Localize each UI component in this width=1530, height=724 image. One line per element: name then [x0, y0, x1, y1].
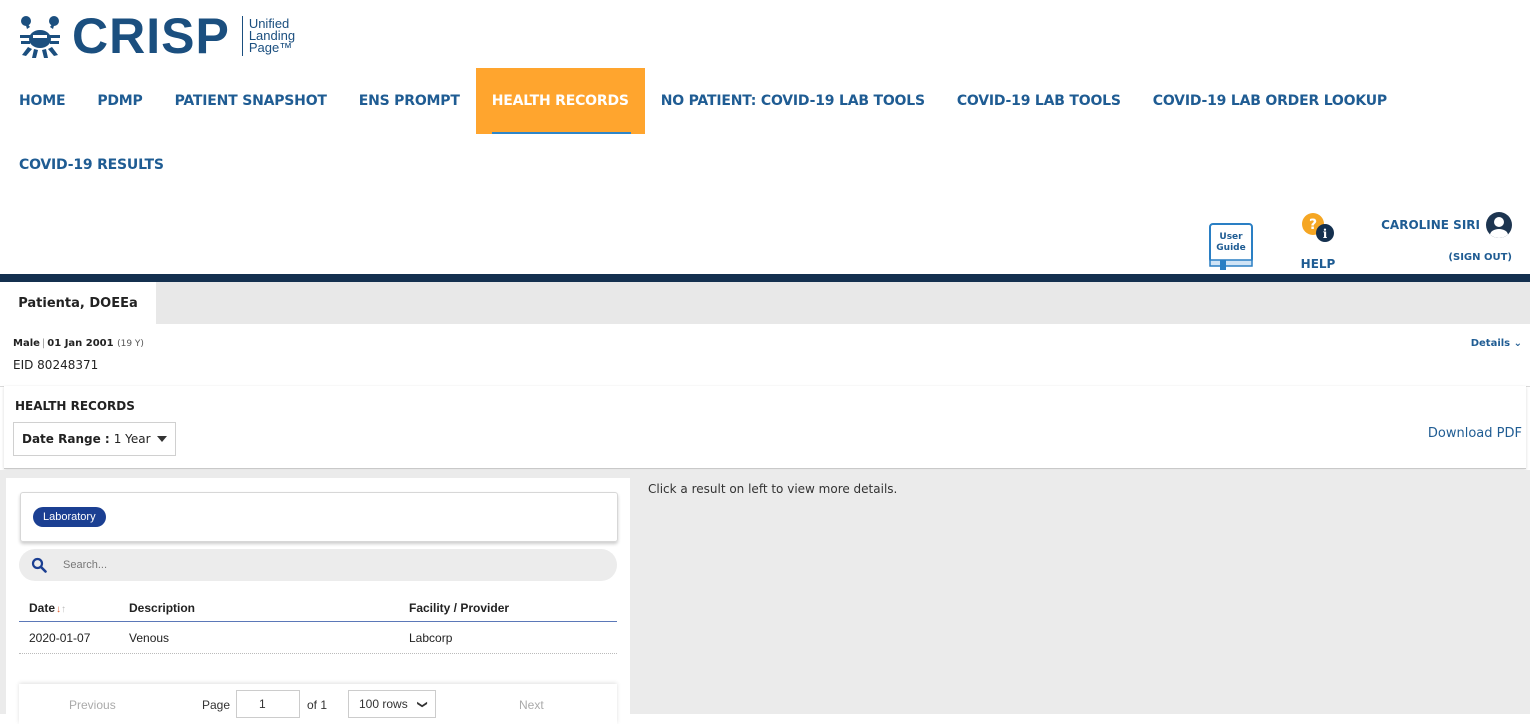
user-name-row: CAROLINE SIRI	[1381, 212, 1512, 238]
chevron-down-icon: ⌄	[1513, 338, 1522, 349]
nav-row-2: COVID-19 RESULTS	[0, 134, 1530, 196]
previous-button[interactable]: Previous	[69, 698, 116, 712]
health-records-header: HEALTH RECORDS Date Range : 1 Year Downl…	[4, 386, 1526, 469]
nav-row-1: HOME PDMP PATIENT SNAPSHOT ENS PROMPT HE…	[0, 68, 1530, 134]
page-count: of 1	[307, 698, 328, 712]
nav-covid-lab-tools[interactable]: COVID-19 LAB TOOLS	[941, 68, 1137, 134]
main-nav: HOME PDMP PATIENT SNAPSHOT ENS PROMPT HE…	[0, 68, 1530, 196]
cell-facility: Labcorp	[409, 630, 453, 645]
filter-box: Laboratory	[20, 492, 618, 542]
patient-demographics: Male | 01 Jan 2001 (19 Y)	[13, 338, 144, 349]
rows-value: 100 rows	[359, 697, 408, 711]
sign-out-link[interactable]: (SIGN OUT)	[1381, 252, 1512, 263]
chevron-down-icon: ❯	[416, 699, 428, 709]
patient-sex: Male	[13, 338, 40, 349]
app-header: CRISP Unified Landing Page™ HOME PDMP PA…	[0, 0, 1530, 274]
table-row[interactable]: 2020-01-07 Venous Labcorp	[19, 622, 617, 654]
cell-description: Venous	[129, 630, 170, 645]
details-toggle[interactable]: Details ⌄	[1471, 338, 1522, 349]
header-tools: User Guide ? i HELP CAROLINE SIRI (SIGN …	[1200, 212, 1530, 271]
guide-line-1: User	[1219, 232, 1243, 242]
patient-age: (19 Y)	[117, 339, 144, 349]
laboratory-filter-chip[interactable]: Laboratory	[33, 507, 106, 527]
nav-ens-prompt[interactable]: ENS PROMPT	[343, 68, 476, 134]
nav-home[interactable]: HOME	[0, 68, 81, 134]
col-date-label: Date	[29, 600, 56, 615]
crisp-logo[interactable]: CRISP Unified Landing Page™	[18, 10, 295, 62]
user-guide-book-icon: User Guide	[1209, 223, 1253, 270]
crab-logo-icon	[20, 16, 60, 58]
guide-line-2: Guide	[1216, 243, 1245, 253]
date-range-label: Date Range :	[22, 432, 110, 446]
details-label: Details	[1470, 338, 1511, 349]
caret-down-icon	[156, 436, 167, 442]
table-header: Date↓↑ Description Facility / Provider	[19, 594, 617, 622]
patient-info: Male | 01 Jan 2001 (19 Y) EID 80248371 Det…	[0, 324, 1530, 387]
download-pdf-link[interactable]: Download PDF	[1428, 426, 1522, 441]
col-facility[interactable]: Facility / Provider	[409, 601, 617, 615]
date-range-select[interactable]: Date Range : 1 Year	[13, 422, 176, 456]
col-date[interactable]: Date↓↑	[19, 601, 129, 615]
nav-pdmp[interactable]: PDMP	[81, 68, 158, 134]
nav-patient-snapshot[interactable]: PATIENT SNAPSHOT	[159, 68, 343, 134]
section-title: HEALTH RECORDS	[15, 399, 135, 413]
cell-date: 2020-01-07	[29, 630, 91, 645]
nav-covid-results[interactable]: COVID-19 RESULTS	[0, 134, 180, 196]
search-bar	[19, 549, 617, 581]
brand-tagline: Unified Landing Page™	[248, 17, 295, 55]
sort-arrows-icon: ↓↑	[56, 603, 67, 615]
user-guide-button[interactable]: User Guide	[1206, 220, 1254, 270]
results-list-panel: Laboratory Date↓↑ Description Facility /…	[6, 478, 630, 724]
svg-text:i: i	[1323, 227, 1328, 241]
search-input[interactable]	[61, 558, 465, 572]
user-name: CAROLINE SIRI	[1381, 218, 1480, 232]
help-icon: ? i	[1302, 213, 1334, 242]
detail-placeholder-message: Click a result on left to view more deta…	[648, 482, 898, 496]
nav-covid-lab-order-lookup[interactable]: COVID-19 LAB ORDER LOOKUP	[1137, 68, 1403, 134]
tagline-line-3: Page™	[248, 40, 293, 55]
col-description[interactable]: Description	[129, 601, 409, 615]
date-range-value: 1 Year	[113, 432, 151, 446]
patient-eid: EID 80248371	[13, 358, 99, 372]
help-button[interactable]: ? i HELP	[1296, 212, 1340, 271]
brand-name: CRISP	[72, 8, 230, 64]
next-button[interactable]: Next	[519, 698, 544, 712]
patient-tab[interactable]: Patienta, DOEEa	[0, 282, 156, 324]
search-icon	[31, 557, 47, 573]
avatar-icon	[1486, 212, 1512, 238]
nav-health-records[interactable]: HEALTH RECORDS	[475, 68, 645, 134]
nav-no-patient-covid-lab-tools[interactable]: NO PATIENT: COVID-19 LAB TOOLS	[645, 68, 941, 134]
patient-dob: 01 Jan 2001	[47, 338, 114, 349]
help-label: HELP	[1300, 257, 1336, 271]
brand-separator	[241, 16, 243, 56]
page-label: Page	[202, 698, 231, 712]
svg-text:?: ?	[1309, 217, 1317, 233]
patient-tab-strip: Patienta, DOEEa	[0, 282, 1530, 324]
pagination: Previous Page 1 of 1 100 rows ❯ Next	[19, 684, 617, 724]
header-divider	[0, 274, 1530, 282]
results-table: Date↓↑ Description Facility / Provider 2…	[19, 594, 617, 654]
user-menu[interactable]: CAROLINE SIRI (SIGN OUT)	[1381, 212, 1512, 263]
